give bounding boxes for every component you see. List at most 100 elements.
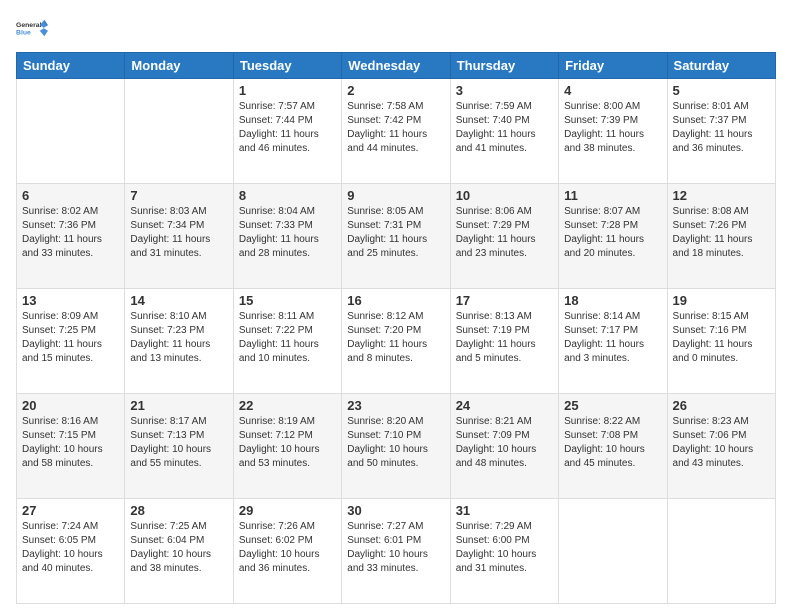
day-number: 4 (564, 83, 661, 98)
calendar-cell: 10Sunrise: 8:06 AM Sunset: 7:29 PM Dayli… (450, 184, 558, 289)
day-info: Sunrise: 8:09 AM Sunset: 7:25 PM Dayligh… (22, 310, 119, 366)
calendar-cell: 20Sunrise: 8:16 AM Sunset: 7:15 PM Dayli… (17, 394, 125, 499)
calendar-cell: 8 Sunrise: 8:04 AM Sunset: 7:33 PM Daylig… (233, 184, 341, 289)
day-info: Sunrise: 7:29 AM Sunset: 6:00 PM Dayligh… (456, 520, 553, 576)
day-number: 30 (347, 503, 444, 518)
day-info: Sunrise: 7:27 AM Sunset: 6:01 PM Dayligh… (347, 520, 444, 576)
day-number: 28 (130, 503, 227, 518)
col-sunday: Sunday (17, 53, 125, 79)
day-number: 12 (673, 188, 770, 203)
day-info: Sunrise: 8:19 AM Sunset: 7:12 PM Dayligh… (239, 415, 336, 471)
calendar-cell: 19 Sunrise: 8:15 AM Sunset: 7:16 PM Dayli… (667, 289, 775, 394)
col-friday: Friday (559, 53, 667, 79)
day-number: 22 (239, 398, 336, 413)
calendar-cell: 27 Sunrise: 7:24 AM Sunset: 6:05 PM Dayli… (17, 499, 125, 604)
calendar-cell: 1Sunrise: 7:57 AM Sunset: 7:44 PM Daylig… (233, 79, 341, 184)
calendar-cell: 12Sunrise: 8:08 AM Sunset: 7:26 PM Dayli… (667, 184, 775, 289)
day-number: 1 (239, 83, 336, 98)
calendar-cell: 26Sunrise: 8:23 AM Sunset: 7:06 PM Dayli… (667, 394, 775, 499)
col-thursday: Thursday (450, 53, 558, 79)
calendar-cell: 31 Sunrise: 7:29 AM Sunset: 6:00 PM Dayli… (450, 499, 558, 604)
day-number: 29 (239, 503, 336, 518)
day-info: Sunrise: 7:58 AM Sunset: 7:42 PM Dayligh… (347, 100, 444, 156)
calendar-header-row: Sunday Monday Tuesday Wednesday Thursday… (17, 53, 776, 79)
day-info: Sunrise: 8:03 AM Sunset: 7:34 PM Dayligh… (130, 205, 227, 261)
calendar-cell: 2 Sunrise: 7:58 AM Sunset: 7:42 PM Daylig… (342, 79, 450, 184)
header: General Blue (16, 12, 776, 44)
calendar-cell: 3Sunrise: 7:59 AM Sunset: 7:40 PM Daylig… (450, 79, 558, 184)
day-number: 25 (564, 398, 661, 413)
calendar-cell: 17Sunrise: 8:13 AM Sunset: 7:19 PM Dayli… (450, 289, 558, 394)
day-info: Sunrise: 8:02 AM Sunset: 7:36 PM Dayligh… (22, 205, 119, 261)
calendar-cell: 30 Sunrise: 7:27 AM Sunset: 6:01 PM Dayli… (342, 499, 450, 604)
day-info: Sunrise: 8:06 AM Sunset: 7:29 PM Dayligh… (456, 205, 553, 261)
day-info: Sunrise: 8:11 AM Sunset: 7:22 PM Dayligh… (239, 310, 336, 366)
day-number: 26 (673, 398, 770, 413)
day-number: 7 (130, 188, 227, 203)
day-number: 13 (22, 293, 119, 308)
day-info: Sunrise: 8:07 AM Sunset: 7:28 PM Dayligh… (564, 205, 661, 261)
day-info: Sunrise: 8:04 AM Sunset: 7:33 PM Dayligh… (239, 205, 336, 261)
day-info: Sunrise: 8:21 AM Sunset: 7:09 PM Dayligh… (456, 415, 553, 471)
calendar-cell: 25 Sunrise: 8:22 AM Sunset: 7:08 PM Dayli… (559, 394, 667, 499)
day-info: Sunrise: 8:05 AM Sunset: 7:31 PM Dayligh… (347, 205, 444, 261)
calendar-cell: 6 Sunrise: 8:02 AM Sunset: 7:36 PM Daylig… (17, 184, 125, 289)
calendar-cell: 24 Sunrise: 8:21 AM Sunset: 7:09 PM Dayli… (450, 394, 558, 499)
day-number: 23 (347, 398, 444, 413)
calendar-cell: 7 Sunrise: 8:03 AM Sunset: 7:34 PM Daylig… (125, 184, 233, 289)
col-tuesday: Tuesday (233, 53, 341, 79)
calendar-cell: 11 Sunrise: 8:07 AM Sunset: 7:28 PM Dayli… (559, 184, 667, 289)
day-info: Sunrise: 7:26 AM Sunset: 6:02 PM Dayligh… (239, 520, 336, 576)
page-container: General Blue Sunday Monday Tuesday Wedne… (0, 0, 792, 612)
day-number: 27 (22, 503, 119, 518)
day-info: Sunrise: 7:59 AM Sunset: 7:40 PM Dayligh… (456, 100, 553, 156)
day-info: Sunrise: 8:13 AM Sunset: 7:19 PM Dayligh… (456, 310, 553, 366)
calendar-cell: 16 Sunrise: 8:12 AM Sunset: 7:20 PM Dayli… (342, 289, 450, 394)
day-number: 24 (456, 398, 553, 413)
calendar-week-row: 20Sunrise: 8:16 AM Sunset: 7:15 PM Dayli… (17, 394, 776, 499)
day-number: 8 (239, 188, 336, 203)
calendar-cell: 28 Sunrise: 7:25 AM Sunset: 6:04 PM Dayli… (125, 499, 233, 604)
day-info: Sunrise: 7:25 AM Sunset: 6:04 PM Dayligh… (130, 520, 227, 576)
calendar-cell (125, 79, 233, 184)
calendar-week-row: 13 Sunrise: 8:09 AM Sunset: 7:25 PM Dayli… (17, 289, 776, 394)
day-number: 6 (22, 188, 119, 203)
day-info: Sunrise: 8:00 AM Sunset: 7:39 PM Dayligh… (564, 100, 661, 156)
day-info: Sunrise: 8:01 AM Sunset: 7:37 PM Dayligh… (673, 100, 770, 156)
calendar-table: Sunday Monday Tuesday Wednesday Thursday… (16, 52, 776, 604)
calendar-week-row: 6 Sunrise: 8:02 AM Sunset: 7:36 PM Daylig… (17, 184, 776, 289)
day-info: Sunrise: 8:22 AM Sunset: 7:08 PM Dayligh… (564, 415, 661, 471)
day-info: Sunrise: 8:20 AM Sunset: 7:10 PM Dayligh… (347, 415, 444, 471)
col-monday: Monday (125, 53, 233, 79)
calendar-cell: 29 Sunrise: 7:26 AM Sunset: 6:02 PM Dayli… (233, 499, 341, 604)
day-info: Sunrise: 7:24 AM Sunset: 6:05 PM Dayligh… (22, 520, 119, 576)
svg-text:Blue: Blue (16, 29, 31, 36)
day-info: Sunrise: 8:12 AM Sunset: 7:20 PM Dayligh… (347, 310, 444, 366)
day-number: 15 (239, 293, 336, 308)
calendar-cell: 14Sunrise: 8:10 AM Sunset: 7:23 PM Dayli… (125, 289, 233, 394)
logo-icon: General Blue (16, 12, 48, 44)
day-number: 16 (347, 293, 444, 308)
col-saturday: Saturday (667, 53, 775, 79)
calendar-cell: 21 Sunrise: 8:17 AM Sunset: 7:13 PM Dayli… (125, 394, 233, 499)
calendar-cell (559, 499, 667, 604)
calendar-cell: 15 Sunrise: 8:11 AM Sunset: 7:22 PM Dayli… (233, 289, 341, 394)
logo: General Blue (16, 12, 48, 44)
svg-text:General: General (16, 22, 42, 29)
day-number: 2 (347, 83, 444, 98)
calendar-cell: 23 Sunrise: 8:20 AM Sunset: 7:10 PM Dayli… (342, 394, 450, 499)
calendar-cell (17, 79, 125, 184)
day-info: Sunrise: 8:17 AM Sunset: 7:13 PM Dayligh… (130, 415, 227, 471)
day-number: 11 (564, 188, 661, 203)
calendar-cell: 4 Sunrise: 8:00 AM Sunset: 7:39 PM Daylig… (559, 79, 667, 184)
day-number: 21 (130, 398, 227, 413)
day-number: 9 (347, 188, 444, 203)
day-number: 14 (130, 293, 227, 308)
day-number: 5 (673, 83, 770, 98)
day-number: 20 (22, 398, 119, 413)
day-number: 31 (456, 503, 553, 518)
day-info: Sunrise: 8:15 AM Sunset: 7:16 PM Dayligh… (673, 310, 770, 366)
day-number: 19 (673, 293, 770, 308)
calendar-week-row: 1Sunrise: 7:57 AM Sunset: 7:44 PM Daylig… (17, 79, 776, 184)
day-number: 18 (564, 293, 661, 308)
